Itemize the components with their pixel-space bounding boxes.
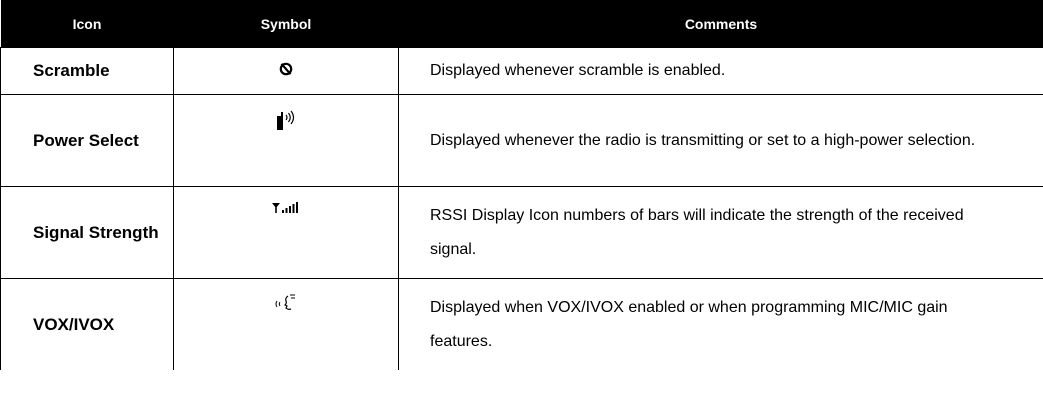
scramble-icon (279, 62, 293, 81)
comment-cell: Displayed when VOX/IVOX enabled or when … (398, 278, 1043, 370)
symbol-cell (173, 94, 399, 187)
power-select-icon (275, 109, 297, 140)
symbol-cell (173, 278, 399, 370)
symbol-cell (173, 186, 399, 279)
comment-cell: Displayed whenever scramble is enabled. (398, 47, 1043, 95)
icon-name-cell: Scramble (0, 47, 174, 95)
table-row: VOX/IVOX Displayed when VOX/IVOX enabled… (0, 278, 1043, 370)
header-icon: Icon (0, 0, 174, 48)
comment-cell: Displayed whenever the radio is transmit… (398, 94, 1043, 187)
icon-name-cell: Power Select (0, 94, 174, 187)
table-row: Power Select Displayed whenever the radi… (0, 94, 1043, 187)
signal-strength-icon (272, 201, 300, 220)
table-row: Signal Strength RSSI Display Icon number… (0, 186, 1043, 279)
header-symbol: Symbol (173, 0, 399, 48)
icon-name-cell: VOX/IVOX (0, 278, 174, 370)
header-comments: Comments (398, 0, 1043, 48)
icon-name-cell: Signal Strength (0, 186, 174, 279)
table-header-row: Icon Symbol Comments (0, 0, 1043, 48)
table-row: Scramble Displayed whenever scramble is … (0, 47, 1043, 95)
symbol-cell (173, 47, 399, 95)
icon-table: Icon Symbol Comments Scramble Displayed … (0, 0, 1043, 370)
icon-table-container: Icon Symbol Comments Scramble Displayed … (0, 0, 1043, 393)
vox-icon (274, 293, 298, 320)
comment-cell: RSSI Display Icon numbers of bars will i… (398, 186, 1043, 279)
